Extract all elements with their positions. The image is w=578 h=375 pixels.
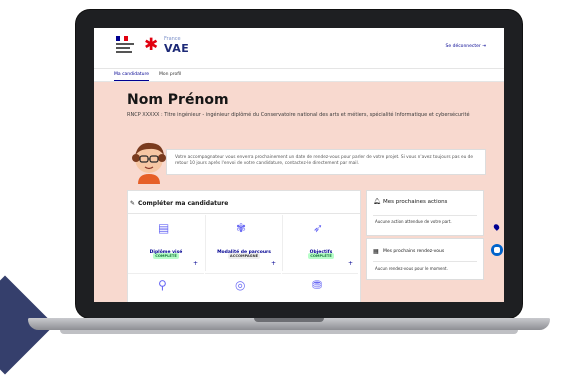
main-nav: Ma candidature Mon profil [114,69,181,81]
bell-icon: 🔔︎ [373,198,381,205]
tile-modalite-parcours[interactable]: ✾ ACCOMPAGNÉ Modalité de parcours + [205,215,282,271]
appointments-divider [373,261,477,262]
candidature-card: ✎ Compléter ma candidature ▤ COMPLÉTÉ Di… [127,190,361,302]
tile-label: Modalité de parcours [217,250,271,255]
pencil-icon: ✎ [130,200,136,207]
vae-star-icon: ✱ [144,35,159,55]
plus-icon: + [270,260,276,267]
logout-icon: ⇥ [482,44,486,49]
accompaniment-icon: ◎ [235,278,246,292]
calendar-icon: ▦ [373,248,379,255]
actions-divider [373,215,477,216]
actions-title: Mes prochaines actions [383,199,448,205]
tile-experiences[interactable]: ⚲ [128,273,204,302]
message-box: Votre accompagnateur vous enverra procha… [166,149,486,175]
tab-ma-candidature[interactable]: Ma candidature [114,69,150,81]
logout-link[interactable]: Se déconnecter ⇥ [446,44,486,49]
tile-label: Diplôme visé [149,250,183,255]
tile-accompagnement[interactable]: ◎ [205,273,281,302]
laptop-notch [254,318,324,322]
rf-wordmark [116,43,136,53]
page-subtitle: RNCP XXXXX : Titre ingénieur - ingénieur… [127,112,470,118]
plus-icon: + [347,260,353,267]
appointments-title: Mes prochains rendez-vous [383,249,445,254]
screen: ✱ France VAE Se déconnecter ⇥ Ma candida… [94,28,504,302]
brand-big: VAE [164,42,190,55]
tile-label: Objectifs [309,250,333,255]
experience-icon: ⚲ [158,278,167,292]
tile-financement[interactable]: ⛃ [282,273,358,302]
document-icon: ▤ [158,221,170,235]
logout-label: Se déconnecter [445,44,481,49]
flag-icon [116,36,128,41]
actions-empty-text: Aucune action attendue de votre part. [375,219,452,224]
site-header: ✱ France VAE Se déconnecter ⇥ [94,28,504,69]
actions-card: 🔔︎ Mes prochaines actions Aucune action … [366,190,484,236]
republique-francaise-logo[interactable] [116,36,136,58]
tile-diplome-vise[interactable]: ▤ COMPLÉTÉ Diplôme visé + [128,215,204,271]
appointments-empty-text: Aucun rendez-vous pour le moment. [375,266,448,271]
target-icon: ➶ [313,221,324,235]
message-text: Votre accompagnateur vous enverra procha… [175,155,474,166]
france-vae-logo[interactable]: ✱ France VAE [144,36,204,58]
avatar [132,142,166,184]
chat-button[interactable] [491,244,503,256]
laptop-foot [60,330,518,334]
candidature-title: Compléter ma candidature [138,200,229,207]
card-divider [128,213,360,214]
tab-mon-profil[interactable]: Mon profil [159,69,181,81]
path-icon: ✾ [236,221,247,235]
page-title: Nom Prénom [127,92,229,108]
tile-objectifs[interactable]: ➶ COMPLÉTÉ Objectifs + [282,215,359,271]
financing-icon: ⛃ [312,278,323,292]
side-column: 🔔︎ Mes prochaines actions Aucune action … [366,190,484,302]
plus-icon: + [192,260,198,267]
appointments-card: ▦ Mes prochains rendez-vous Aucun rendez… [366,238,484,280]
